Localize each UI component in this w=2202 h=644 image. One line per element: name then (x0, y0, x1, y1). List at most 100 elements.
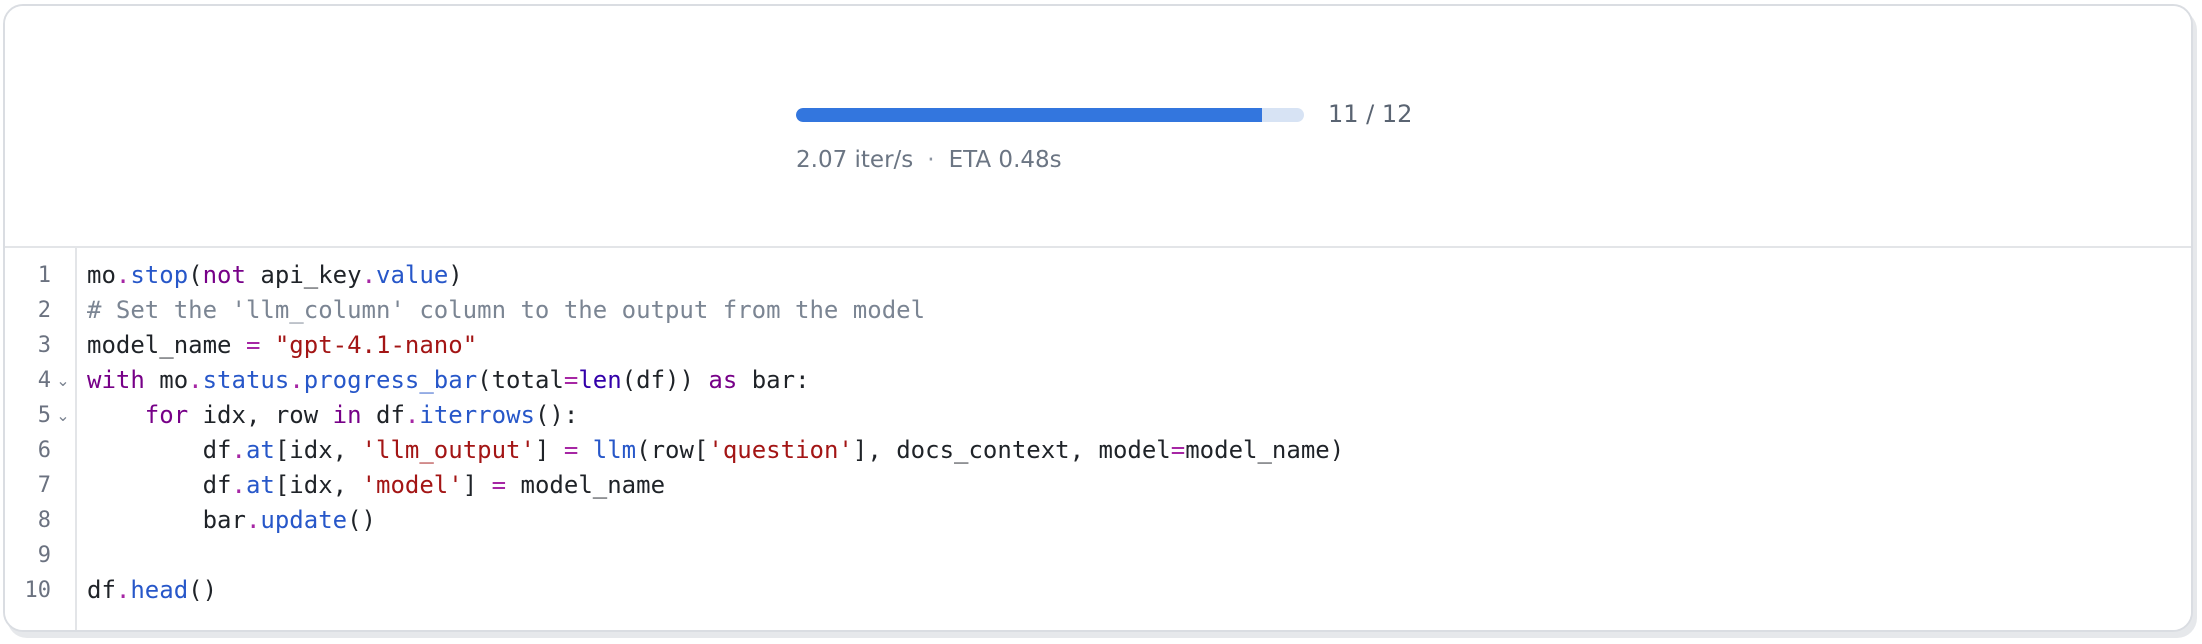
code-token: model_name (506, 471, 666, 499)
code-line-text[interactable]: mo.stop(not api_key.value) (87, 258, 463, 293)
fold-chevron-icon[interactable]: ⌄ (56, 398, 70, 433)
cell-output: 11 / 12 2.07 iter/s · ETA 0.48s (5, 6, 2191, 248)
code-token: head (130, 576, 189, 604)
code-line[interactable]: 6 df.at[idx, 'llm_output'] = llm(row['qu… (5, 433, 2185, 468)
code-token: . (289, 366, 304, 394)
line-number: 7 (37, 473, 51, 498)
code-line-text[interactable]: for idx, row in df.iterrows(): (87, 398, 579, 433)
code-token: () (188, 576, 218, 604)
code-token: . (188, 366, 203, 394)
code-token: model_name (87, 331, 246, 359)
code-token: (): (534, 401, 579, 429)
code-line[interactable]: 8 bar.update() (5, 503, 2185, 538)
code-token: df (87, 471, 232, 499)
code-token: for (144, 401, 189, 429)
code-line[interactable]: 7 df.at[idx, 'model'] = model_name (5, 468, 2185, 503)
line-number: 8 (37, 508, 51, 533)
code-token: bar: (737, 366, 810, 394)
progress-bar-track (796, 108, 1304, 122)
fold-chevron-icon[interactable]: ⌄ (56, 363, 70, 398)
code-token: stop (130, 261, 189, 289)
stats-separator: · (927, 147, 935, 173)
progress-eta: ETA 0.48s (948, 147, 1062, 173)
progress-rate: 2.07 iter/s (796, 147, 914, 173)
code-token: with (87, 366, 145, 394)
line-number: 10 (24, 578, 52, 603)
code-token: model_name) (1185, 436, 1345, 464)
code-line[interactable]: 4 ⌄ with mo.status.progress_bar(total=le… (5, 363, 2185, 398)
code-line-text[interactable]: df.at[idx, 'llm_output'] = llm(row['ques… (87, 433, 1345, 468)
code-token: 'question' (708, 436, 853, 464)
progress-count: 11 / 12 (1328, 100, 1413, 128)
code-token: # Set the 'llm_column' column to the out… (87, 296, 926, 324)
code-editor[interactable]: 1 mo.stop(not api_key.value) 2 # Set the… (5, 248, 2191, 630)
code-token: (df)) (621, 366, 709, 394)
notebook-cell[interactable]: 11 / 12 2.07 iter/s · ETA 0.48s 1 mo.stop(… (3, 4, 2193, 632)
line-number: 9 (37, 543, 51, 568)
code-token: [idx, (274, 436, 362, 464)
code-line-text[interactable]: # Set the 'llm_column' column to the out… (87, 293, 925, 328)
code-line[interactable]: 10 df.head() (5, 573, 2185, 608)
code-token: update (260, 506, 348, 534)
code-token: in (332, 401, 362, 429)
code-token: () (347, 506, 377, 534)
code-line-text[interactable]: df.head() (87, 573, 217, 608)
code-token: iterrows (419, 401, 535, 429)
code-token: idx, row (188, 401, 333, 429)
code-token: mo (87, 261, 116, 289)
code-token: ( (188, 261, 203, 289)
code-line-text[interactable]: with mo.status.progress_bar(total=len(df… (87, 363, 810, 398)
progress-bar-fill (796, 108, 1262, 122)
code-token: ) (448, 261, 463, 289)
code-line-text[interactable]: df.at[idx, 'model'] = model_name (87, 468, 665, 503)
code-token: . (115, 576, 131, 604)
code-token: (total (477, 366, 564, 394)
code-token: api_key (245, 261, 362, 289)
code-token: . (231, 471, 246, 499)
code-line[interactable]: 2 # Set the 'llm_column' column to the o… (5, 293, 2185, 328)
code-token: [idx, (274, 471, 362, 499)
code-token: ], docs_context, model (852, 436, 1171, 464)
code-token: . (231, 436, 246, 464)
code-token: df (87, 436, 232, 464)
code-token: = (491, 471, 507, 499)
code-line-text[interactable]: bar.update() (87, 503, 376, 538)
code-token: not (202, 261, 246, 289)
code-token: ] (462, 471, 492, 499)
code-token: (row[ (636, 436, 709, 464)
code-token: 'model' (361, 471, 463, 499)
code-token: "gpt-4.1-nano" (274, 331, 478, 359)
code-line[interactable]: 5 ⌄ for idx, row in df.iterrows(): (5, 398, 2185, 433)
code-token: status (202, 366, 290, 394)
code-token: bar (87, 506, 246, 534)
code-token: 'llm_output' (361, 436, 535, 464)
code-token: df (87, 576, 116, 604)
code-token: = (245, 331, 261, 359)
code-token: len (578, 366, 622, 394)
code-token: . (245, 506, 261, 534)
code-token: at (245, 471, 275, 499)
line-number: 6 (37, 438, 51, 463)
line-number: 4 (37, 368, 51, 393)
code-token: = (563, 436, 579, 464)
code-line[interactable]: 3 model_name = "gpt-4.1-nano" (5, 328, 2185, 363)
code-token: value (376, 261, 449, 289)
code-line-text[interactable]: model_name = "gpt-4.1-nano" (87, 328, 477, 363)
code-token: ] (534, 436, 564, 464)
code-token: . (115, 261, 131, 289)
code-line[interactable]: 1 mo.stop(not api_key.value) (5, 258, 2185, 293)
code-line[interactable]: 9 (5, 538, 2185, 573)
code-token: progress_bar (303, 366, 478, 394)
code-token: . (404, 401, 420, 429)
code-token: . (361, 261, 377, 289)
code-token: = (1170, 436, 1186, 464)
line-number: 1 (37, 263, 51, 288)
progress-stats: 2.07 iter/s · ETA 0.48s (796, 142, 1062, 178)
code-token: as (708, 366, 738, 394)
code-token: at (245, 436, 275, 464)
line-number: 5 (37, 403, 51, 428)
code-token: mo (144, 366, 189, 394)
